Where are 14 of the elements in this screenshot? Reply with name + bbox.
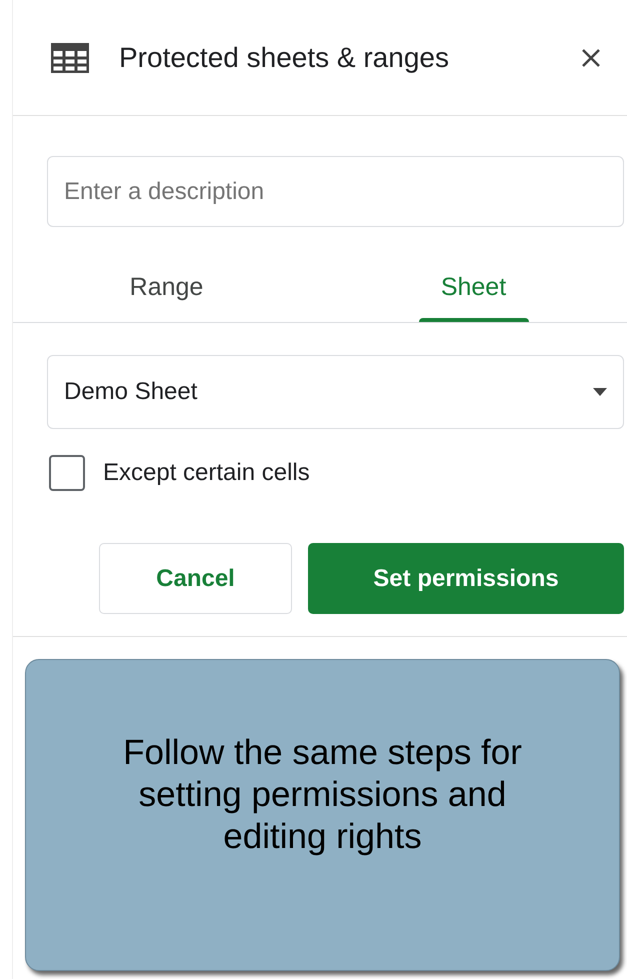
cancel-button[interactable]: Cancel [99, 543, 292, 614]
dropdown-value: Demo Sheet [64, 377, 198, 407]
panel-title: Protected sheets & ranges [119, 40, 449, 75]
description-field[interactable]: Enter a description [47, 156, 624, 227]
tab[interactable]: Sheet [320, 255, 627, 322]
checkbox[interactable] [49, 455, 85, 491]
sheet-dropdown[interactable]: Demo Sheet [47, 355, 624, 429]
tab[interactable]: Range [13, 255, 320, 322]
callout-text: Follow the same steps for setting permissions and editing rights [122, 732, 523, 858]
close-icon [581, 48, 601, 68]
dropdown-caret-icon [593, 388, 607, 396]
checkbox-label: Except certain cells [103, 458, 310, 488]
set-permissions-button[interactable]: Set permissions [308, 543, 624, 614]
table-icon [51, 42, 89, 72]
